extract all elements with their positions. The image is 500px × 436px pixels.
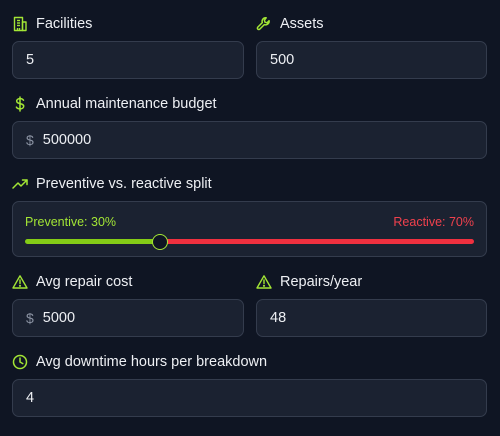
downtime-field: Avg downtime hours per breakdown	[12, 352, 267, 372]
building-icon	[12, 16, 28, 32]
split-field: Preventive vs. reactive split	[12, 174, 212, 194]
budget-label-text: Annual maintenance budget	[36, 96, 217, 112]
assets-value: 500	[270, 52, 295, 68]
repair-cost-label: Avg repair cost	[12, 272, 132, 292]
downtime-label-text: Avg downtime hours per breakdown	[36, 354, 268, 370]
facilities-label: Facilities	[12, 14, 92, 34]
split-slider-panel: Preventive: 30% Reactive: 70%	[12, 201, 487, 257]
downtime-value: 4	[26, 390, 35, 406]
budget-label: Annual maintenance budget	[12, 94, 217, 114]
assets-label-text: Assets	[280, 16, 324, 32]
facilities-input[interactable]: 5	[12, 41, 244, 79]
repair-cost-field: Avg repair cost	[12, 272, 132, 292]
budget-field: Annual maintenance budget	[12, 94, 217, 114]
reactive-label: Reactive: 70%	[393, 215, 474, 229]
repairs-year-field: Repairs/year	[256, 272, 362, 292]
split-value-labels: Preventive: 30% Reactive: 70%	[25, 215, 474, 229]
repairs-year-label: Repairs/year	[256, 272, 362, 292]
split-label-text: Preventive vs. reactive split	[36, 176, 212, 192]
assets-label: Assets	[256, 14, 324, 34]
repair-cost-input[interactable]: $ 5000	[12, 299, 244, 337]
budget-input[interactable]: $ 500000	[12, 121, 487, 159]
facilities-field: Facilities	[12, 14, 92, 34]
trending-up-icon	[12, 176, 28, 192]
assets-field: Assets	[256, 14, 324, 34]
repair-cost-currency-prefix: $	[26, 310, 34, 326]
facilities-label-text: Facilities	[36, 16, 93, 32]
preventive-track-fill	[25, 239, 160, 244]
repairs-year-label-text: Repairs/year	[280, 274, 363, 290]
repairs-year-value: 48	[270, 310, 287, 326]
split-label: Preventive vs. reactive split	[12, 174, 212, 194]
facilities-value: 5	[26, 52, 35, 68]
downtime-label: Avg downtime hours per breakdown	[12, 352, 267, 372]
repairs-year-input[interactable]: 48	[256, 299, 487, 337]
assets-input[interactable]: 500	[256, 41, 487, 79]
split-slider-thumb[interactable]	[151, 234, 168, 250]
repair-cost-label-text: Avg repair cost	[36, 274, 133, 290]
preventive-label: Preventive: 30%	[25, 215, 117, 229]
budget-currency-prefix: $	[26, 132, 34, 148]
dollar-icon	[12, 96, 28, 112]
downtime-input[interactable]: 4	[12, 379, 487, 417]
wrench-icon	[256, 16, 272, 32]
repair-cost-value: 5000	[42, 310, 76, 326]
split-slider-track[interactable]	[25, 234, 474, 250]
clock-icon	[12, 354, 28, 370]
maintenance-form: Facilities 5 Assets 500 Annual maintenan…	[0, 0, 500, 436]
reactive-track-fill	[159, 239, 474, 244]
warning-icon	[12, 274, 28, 290]
budget-value: 500000	[42, 132, 92, 148]
warning-icon	[256, 274, 272, 290]
